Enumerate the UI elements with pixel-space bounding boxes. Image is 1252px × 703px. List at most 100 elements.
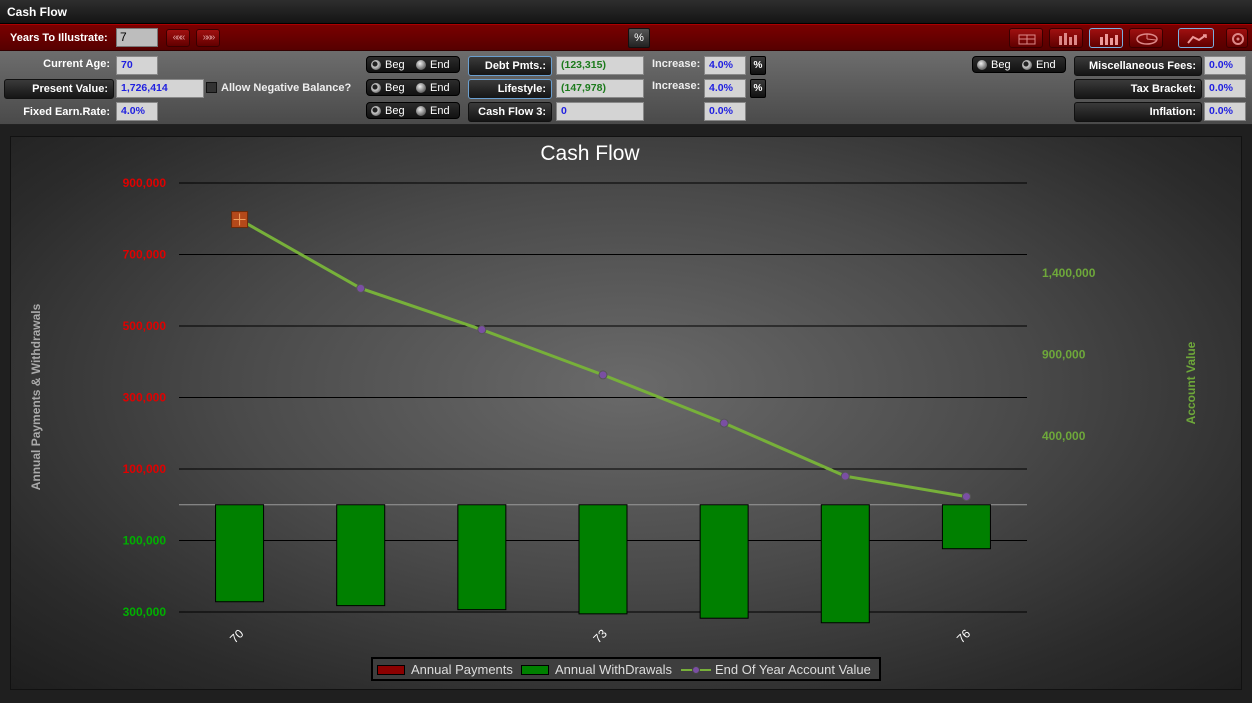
lifestyle-timing-toggle[interactable]: Beg End <box>366 79 460 96</box>
debt-timing-toggle[interactable]: Beg End <box>366 56 460 73</box>
bar-chart-button[interactable] <box>1089 28 1123 48</box>
x-tick-label: 76 <box>954 626 974 646</box>
beg-radio-icon <box>371 106 381 116</box>
tax-bracket-button[interactable]: Tax Bracket: <box>1074 79 1202 99</box>
window-titlebar: Cash Flow <box>0 0 1252 24</box>
fixed-rate-label: Fixed Earn.Rate: <box>23 106 110 118</box>
debt-payments-field[interactable]: (123,315) <box>556 56 644 75</box>
misc-fees-button[interactable]: Miscellaneous Fees: <box>1074 56 1202 76</box>
current-age-label: Current Age: <box>43 58 110 70</box>
tax-bracket-field[interactable]: 0.0% <box>1204 79 1246 98</box>
years-label: Years To Illustrate: <box>10 32 108 44</box>
y-tick-label: 700,000 <box>123 248 167 262</box>
y2-axis-label: Account Value <box>1184 341 1198 424</box>
withdrawal-bar <box>820 504 870 624</box>
inflation-field[interactable]: 0.0% <box>1204 102 1246 121</box>
withdrawal-bar <box>215 504 265 603</box>
years-input[interactable]: 7 <box>116 28 158 47</box>
withdrawal-bar <box>336 504 386 607</box>
legend-label-withdrawals: Annual WithDrawals <box>555 662 673 677</box>
pie-chart-button[interactable] <box>1129 28 1163 48</box>
increase-pct-button-2[interactable]: % <box>750 79 766 98</box>
cash-flow-3-field[interactable]: 0 <box>556 102 644 121</box>
withdrawal-bar <box>941 504 991 550</box>
y-tick-label: 100,000 <box>123 534 167 548</box>
legend-item-payments: Annual Payments <box>377 662 517 678</box>
present-value-button[interactable]: Present Value: <box>4 79 114 99</box>
legend-item-withdrawals: Annual WithDrawals <box>521 662 681 678</box>
toolbar: Years To Illustrate: 7 ««« »»» % <box>0 24 1252 51</box>
y-tick-label: 100,000 <box>123 462 167 476</box>
y-tick-label: 300,000 <box>123 391 167 405</box>
beg-radio-icon <box>371 60 381 70</box>
withdrawal-bar <box>578 504 628 615</box>
fixed-rate-field[interactable]: 4.0% <box>116 102 158 121</box>
end-radio-icon <box>416 83 426 93</box>
legend-line-marker-icon <box>681 666 711 674</box>
withdrawal-bar <box>457 504 507 611</box>
bar-chart-icon <box>1100 34 1118 45</box>
legend-label-payments: Annual Payments <box>411 662 513 677</box>
window-title: Cash Flow <box>7 5 68 19</box>
end-radio-icon <box>416 106 426 116</box>
calculator-icon <box>1187 34 1207 44</box>
chart-legend: Annual Payments Annual WithDrawals End O… <box>371 657 881 681</box>
end-radio-icon <box>416 60 426 70</box>
next-years-button[interactable]: »»» <box>196 29 220 47</box>
current-age-field[interactable]: 70 <box>116 56 158 75</box>
settings-button[interactable] <box>1226 28 1248 48</box>
account-value-point <box>477 325 487 335</box>
legend-item-account-value: End Of Year Account Value <box>681 662 881 678</box>
account-value-point <box>598 370 608 380</box>
allow-negative-checkbox[interactable] <box>206 82 217 93</box>
y-tick-label: 500,000 <box>123 319 167 333</box>
beg-label: Beg <box>385 105 405 117</box>
increase-pct-button-1[interactable]: % <box>750 56 766 75</box>
increase-label-2: Increase: <box>652 80 701 92</box>
legend-label-account-value: End Of Year Account Value <box>715 662 871 677</box>
y2-tick-label: 1,400,000 <box>1042 266 1096 280</box>
calculator-button[interactable] <box>1178 28 1214 48</box>
gear-icon <box>1232 33 1244 45</box>
stacked-chart-button[interactable] <box>1049 28 1083 48</box>
cash-flow-chart: Cash Flow 900,000 700,000 500,000 300,000 100… <box>29 142 1198 646</box>
debt-payments-button[interactable]: Debt Pmts.: <box>468 56 552 76</box>
chart-title: Cash Flow <box>540 142 640 165</box>
percent-button[interactable]: % <box>628 28 650 48</box>
pie-chart-icon <box>1136 33 1158 45</box>
beg-radio-icon <box>371 83 381 93</box>
y2-tick-label: 900,000 <box>1042 347 1086 361</box>
account-value-point <box>719 418 729 428</box>
allow-negative-label: Allow Negative Balance? <box>221 82 352 94</box>
y-axis-label: Annual Payments & Withdrawals <box>29 303 43 490</box>
increase-field-1[interactable]: 4.0% <box>704 56 746 75</box>
lifestyle-button[interactable]: Lifestyle: <box>468 79 552 99</box>
increase-label-1: Increase: <box>652 58 701 70</box>
end-label: End <box>1036 59 1056 71</box>
account-value-point <box>840 471 850 481</box>
lifestyle-field[interactable]: (147,978) <box>556 79 644 98</box>
y-tick-label: 900,000 <box>123 176 167 190</box>
fees-timing-toggle[interactable]: Beg End <box>972 56 1066 73</box>
end-label: End <box>430 59 450 71</box>
increase-field-3[interactable]: 0.0% <box>704 102 746 121</box>
cash-flow-3-button[interactable]: Cash Flow 3: <box>468 102 552 122</box>
x-tick-label: 70 <box>227 626 247 646</box>
misc-fees-field[interactable]: 0.0% <box>1204 56 1246 75</box>
y2-tick-label: 400,000 <box>1042 429 1086 443</box>
chart-area: Cash Flow 900,000 700,000 500,000 300,000 100… <box>10 136 1242 690</box>
account-value-point <box>356 283 366 293</box>
table-view-button[interactable] <box>1009 28 1043 48</box>
beg-label: Beg <box>385 59 405 71</box>
beg-label: Beg <box>991 59 1011 71</box>
prev-years-button[interactable]: ««« <box>166 29 190 47</box>
present-value-field[interactable]: 1,726,414 <box>116 79 204 98</box>
increase-field-2[interactable]: 4.0% <box>704 79 746 98</box>
end-label: End <box>430 82 450 94</box>
beg-radio-icon <box>977 60 987 70</box>
beg-label: Beg <box>385 82 405 94</box>
y-tick-label: 300,000 <box>123 605 167 619</box>
x-tick-label: 73 <box>590 626 610 646</box>
inflation-button[interactable]: Inflation: <box>1074 102 1202 122</box>
cf3-timing-toggle[interactable]: Beg End <box>366 102 460 119</box>
